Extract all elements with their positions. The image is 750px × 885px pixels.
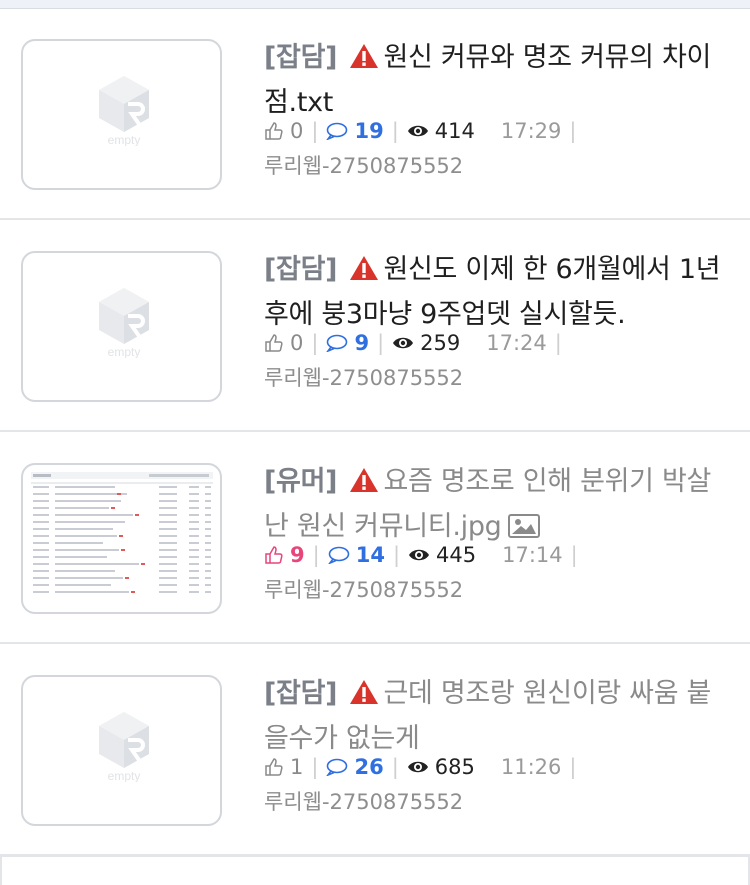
post-title[interactable]: [잡담] 근데 명조랑 원신이랑 싸움 붙을수가 없는게 [264, 671, 732, 761]
comment-count[interactable]: 26 [354, 755, 383, 779]
eye-icon [393, 337, 414, 349]
post-meta: 0 | 19 | 414 17:29 | [264, 114, 584, 146]
view-count: 445 [436, 543, 477, 567]
post-author[interactable]: 루리웹-2750875552 [264, 150, 463, 182]
post-time: 17:24 [486, 331, 547, 355]
divider: | [554, 331, 562, 355]
eye-icon [409, 549, 430, 561]
divider: | [311, 119, 319, 143]
like-count: 0 [290, 119, 304, 143]
post-author[interactable]: 루리웹-2750875552 [264, 574, 463, 606]
post-time: 17:14 [502, 543, 563, 567]
post-title[interactable]: [잡담] 원신 커뮤와 명조 커뮤의 차이점.txt [264, 35, 732, 125]
post-author[interactable]: 루리웹-2750875552 [264, 362, 463, 394]
view-count: 414 [434, 119, 475, 143]
view-count: 685 [434, 755, 475, 779]
empty-placeholder-icon: empty [99, 288, 149, 358]
empty-placeholder-icon: empty [99, 712, 149, 782]
list-item[interactable]: empty [잡담] 근데 명조랑 원신이랑 싸움 붙을수가 없는게 1 | 26… [0, 645, 750, 856]
post-meta: 0 | 9 | 259 17:24 | [264, 326, 570, 358]
list-item[interactable]: empty [잡담] 원신도 이제 한 6개월에서 1년 후에 붕3마냥 9주업… [0, 221, 750, 432]
post-category: [잡담] [264, 678, 338, 709]
screenshot-thumbnail-image [29, 470, 215, 608]
eye-icon [407, 125, 428, 137]
empty-label: empty [108, 345, 141, 358]
warning-triangle-icon [350, 44, 379, 68]
divider: | [312, 543, 320, 567]
divider: | [391, 755, 399, 779]
warning-triangle-icon [350, 468, 379, 492]
post-thumbnail[interactable]: empty [21, 675, 222, 826]
divider: | [570, 543, 578, 567]
post-title[interactable]: [유머] 요즘 명조로 인해 분위기 박살난 원신 커뮤니티.jpg [264, 459, 732, 549]
speech-bubble-icon [326, 122, 348, 140]
divider: | [391, 119, 399, 143]
view-count: 259 [420, 331, 461, 355]
post-author[interactable]: 루리웹-2750875552 [264, 786, 463, 818]
divider: | [311, 331, 319, 355]
divider: | [392, 543, 401, 567]
warning-triangle-icon [350, 680, 379, 704]
post-meta: 9 | 14 | 445 17:14 | [264, 538, 586, 570]
like-count: 9 [290, 543, 305, 567]
post-meta: 1 | 26 | 685 11:26 | [264, 750, 584, 782]
divider: | [569, 119, 577, 143]
top-strip [0, 0, 750, 9]
like-count: 1 [290, 755, 304, 779]
divider: | [569, 755, 577, 779]
image-icon [507, 514, 540, 538]
thumbs-up-icon [265, 758, 283, 776]
list-item[interactable]: empty [잡담] 원신 커뮤와 명조 커뮤의 차이점.txt 0 | 19 | … [0, 9, 750, 220]
post-thumbnail[interactable] [21, 463, 222, 614]
comment-count[interactable]: 14 [356, 543, 385, 567]
thumbs-up-icon [265, 546, 283, 564]
eye-icon [407, 761, 428, 773]
post-time: 17:29 [500, 119, 562, 143]
empty-label: empty [108, 133, 141, 146]
post-category: [잡담] [264, 254, 338, 285]
list-item[interactable]: [유머] 요즘 명조로 인해 분위기 박살난 원신 커뮤니티.jpg 9 | 14… [0, 433, 750, 644]
post-category: [유머] [264, 466, 338, 497]
post-title[interactable]: [잡담] 원신도 이제 한 6개월에서 1년 후에 붕3마냥 9주업뎃 실시할듯… [264, 247, 732, 337]
comment-count[interactable]: 19 [354, 119, 383, 143]
post-thumbnail[interactable]: empty [21, 251, 222, 402]
next-item-partial [0, 855, 750, 885]
divider: | [377, 331, 385, 355]
speech-bubble-icon [326, 334, 348, 352]
thumbs-up-icon [265, 334, 283, 352]
comment-count[interactable]: 9 [354, 331, 369, 355]
speech-bubble-icon [327, 546, 350, 564]
post-thumbnail[interactable]: empty [21, 39, 222, 190]
thumbs-up-icon [265, 122, 283, 140]
post-category: [잡담] [264, 42, 338, 73]
empty-label: empty [108, 769, 141, 782]
like-count: 0 [290, 331, 304, 355]
warning-triangle-icon [350, 256, 379, 280]
speech-bubble-icon [326, 758, 348, 776]
divider: | [311, 755, 319, 779]
post-time: 11:26 [500, 755, 562, 779]
empty-placeholder-icon: empty [99, 76, 149, 146]
